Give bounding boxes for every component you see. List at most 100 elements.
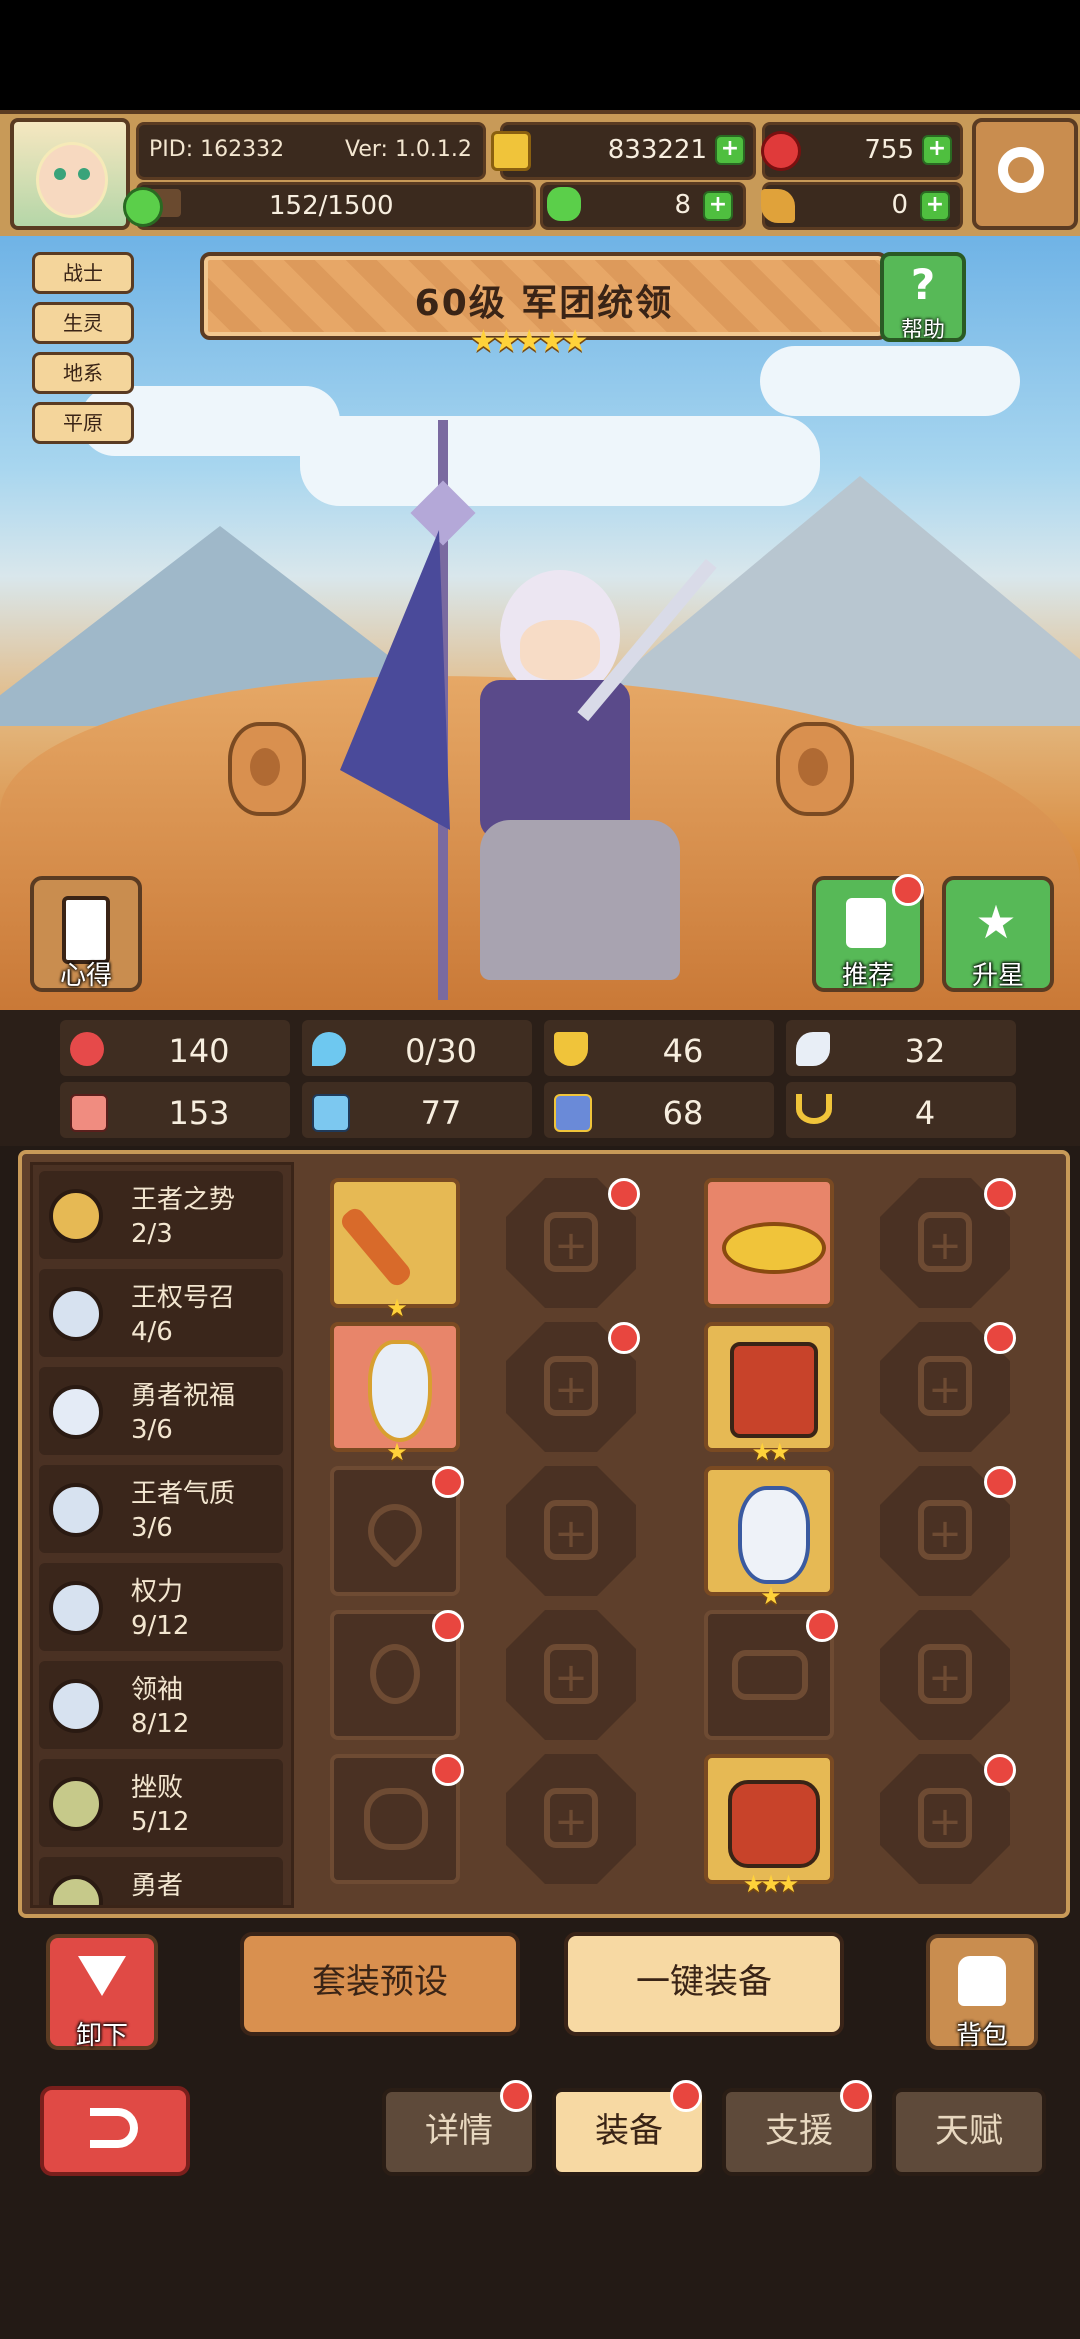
tag-element[interactable]: 地系: [32, 352, 134, 394]
skill-item[interactable]: 权力 9/12: [39, 1563, 283, 1651]
slot-notification-dot: [984, 1322, 1016, 1354]
shield-item-icon: [368, 1340, 432, 1442]
insight-button[interactable]: 心得: [30, 876, 142, 992]
help-button[interactable]: ? 帮助: [880, 252, 966, 343]
skill-item[interactable]: 王者气质 3/6: [39, 1465, 283, 1553]
slot-notification-dot: [432, 1610, 464, 1642]
slot-notification-dot: [432, 1754, 464, 1786]
equip-slot-empty[interactable]: [506, 1610, 636, 1740]
upgrade-star-button[interactable]: ★ 升星: [942, 876, 1054, 992]
equip-slot-pet[interactable]: ★: [704, 1466, 834, 1610]
bag-button[interactable]: 背包: [926, 1934, 1038, 2051]
skill-name: 王权号召: [131, 1283, 236, 1313]
agility-value: 68: [662, 1094, 704, 1132]
stat-attack: 153: [60, 1082, 290, 1138]
equip-slot-armor[interactable]: ★★: [704, 1322, 834, 1466]
slot-notification-dot: [608, 1178, 640, 1210]
equip-slot-empty[interactable]: [880, 1610, 1010, 1740]
gear-icon: [998, 147, 1044, 193]
equip-slot-shield[interactable]: ★: [330, 1322, 460, 1466]
skill-progress: 4/6: [131, 1317, 173, 1347]
skill-name: 勇者祝福: [131, 1381, 236, 1411]
stat-magic: 77: [302, 1082, 532, 1138]
clover-counter: 8 +: [540, 182, 746, 230]
straw-hat-icon: [722, 1222, 826, 1274]
upgrade-label: 升星: [971, 961, 1024, 991]
skill-name: 挫败: [131, 1773, 184, 1803]
add-key-button[interactable]: +: [920, 191, 950, 221]
red-gem-icon: [761, 131, 801, 171]
back-button[interactable]: [40, 2086, 190, 2176]
armor-icon: [730, 1342, 818, 1438]
star-icon: ★: [975, 895, 1017, 949]
bronze-medal-icon: [49, 1777, 103, 1831]
set-bonus-list[interactable]: 王者之势 2/3 王权号召 4/6 勇者祝福 3/6 王者气质 3/6 权力 9…: [30, 1162, 294, 1908]
skill-item[interactable]: 王权号召 4/6: [39, 1269, 283, 1357]
hero-character-sprite: [340, 420, 740, 1000]
gem-value: 755: [864, 135, 914, 165]
key-value: 0: [891, 190, 908, 220]
skill-name: 勇者: [131, 1871, 184, 1901]
equip-slot-empty[interactable]: [506, 1466, 636, 1596]
skill-name: 王者气质: [131, 1479, 236, 1509]
unequip-button[interactable]: 卸下: [46, 1934, 158, 2051]
item-stars: ★: [386, 1294, 408, 1322]
skill-name: 权力: [131, 1577, 184, 1607]
skill-item[interactable]: 领袖 8/12: [39, 1661, 283, 1749]
key-counter: 0 +: [761, 182, 963, 230]
thumbs-up-icon: [846, 898, 886, 948]
skill-item[interactable]: 勇者: [39, 1857, 283, 1905]
silver-medal-icon: [49, 1385, 103, 1439]
stat-defense: 46: [544, 1020, 774, 1076]
tag-race[interactable]: 生灵: [32, 302, 134, 344]
owl-pet-icon: [738, 1486, 810, 1584]
add-gems-button[interactable]: +: [922, 135, 952, 165]
add-gold-button[interactable]: +: [715, 135, 745, 165]
hero-title: 60级 军团统领: [414, 283, 674, 324]
next-hero-button[interactable]: [776, 722, 854, 816]
silver-medal-icon: [49, 1483, 103, 1537]
equip-slot-boots[interactable]: ★★★: [704, 1754, 834, 1898]
skill-item[interactable]: 挫败 5/12: [39, 1759, 283, 1847]
player-info: PID: 162332 Ver: 1.0.1.2: [136, 122, 486, 180]
previous-hero-button[interactable]: [228, 722, 306, 816]
shield-icon: [554, 1032, 588, 1066]
skill-progress: 3/6: [131, 1513, 173, 1543]
set-preset-button[interactable]: 套装预设: [240, 1932, 520, 2036]
settings-button[interactable]: [972, 118, 1078, 230]
scroll-icon: [62, 896, 110, 964]
stamina-icon: [123, 187, 163, 227]
tag-terrain[interactable]: 平原: [32, 402, 134, 444]
gold-medal-icon: [49, 1189, 103, 1243]
slot-notification-dot: [984, 1178, 1016, 1210]
tag-class[interactable]: 战士: [32, 252, 134, 294]
ring-icon: [364, 1788, 428, 1850]
skill-progress: 9/12: [131, 1611, 190, 1641]
add-clover-button[interactable]: +: [703, 191, 733, 221]
skill-progress: 8/12: [131, 1709, 190, 1739]
equip-slot-hat[interactable]: [704, 1178, 834, 1308]
equip-slot-weapon[interactable]: ★: [330, 1178, 460, 1322]
skill-item[interactable]: 勇者祝福 3/6: [39, 1367, 283, 1455]
clover-value: 8: [674, 190, 691, 220]
equip-slot-empty[interactable]: [506, 1754, 636, 1884]
help-label: 帮助: [900, 318, 945, 343]
wing-icon: [796, 1032, 830, 1066]
recommend-label: 推荐: [841, 961, 894, 991]
skill-progress: 3/6: [131, 1415, 173, 1445]
skill-item[interactable]: 王者之势 2/3: [39, 1171, 283, 1259]
stamina-value: 152/1500: [269, 191, 394, 221]
horseshoe-icon: [796, 1094, 832, 1124]
item-stars: ★★★: [742, 1870, 800, 1898]
gold-coin-icon: [491, 131, 531, 171]
question-icon: ?: [910, 260, 936, 309]
slot-notification-dot: [806, 1610, 838, 1642]
skill-progress: 2/3: [131, 1219, 173, 1249]
tab-talent[interactable]: 天赋: [892, 2088, 1046, 2176]
slot-notification-dot: [432, 1466, 464, 1498]
silver-medal-icon: [49, 1581, 103, 1635]
item-stars: ★: [386, 1438, 408, 1466]
player-avatar[interactable]: [10, 118, 130, 230]
auto-equip-button[interactable]: 一键装备: [564, 1932, 844, 2036]
game-version: Ver: 1.0.1.2: [345, 137, 472, 162]
